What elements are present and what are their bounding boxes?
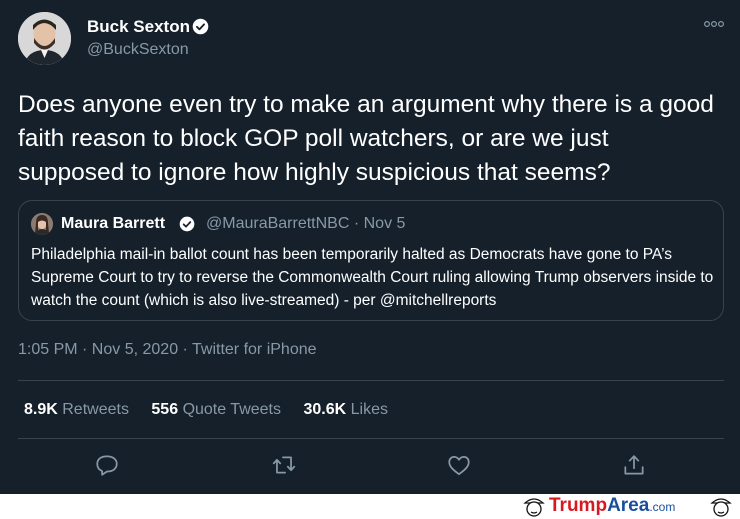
quoted-author-name: Maura Barrett bbox=[61, 215, 166, 232]
retweets-label: Retweets bbox=[62, 401, 129, 418]
quoted-handle-date: @MauraBarrettNBC · Nov 5 bbox=[206, 215, 406, 232]
engagement-stats: 8.9K Retweets 556 Quote Tweets 30.6K Lik… bbox=[24, 401, 406, 419]
verified-badge-icon bbox=[179, 216, 195, 232]
reply-icon[interactable] bbox=[94, 452, 120, 478]
tweet-text: Does anyone even try to make an argument… bbox=[18, 91, 714, 186]
trumparea-logo[interactable]: TrumpArea.com bbox=[549, 495, 675, 517]
quote-tweets-stat[interactable]: 556 Quote Tweets bbox=[151, 401, 281, 418]
action-bar bbox=[0, 452, 740, 482]
quoted-author-avatar bbox=[31, 213, 53, 235]
verified-badge-icon bbox=[192, 18, 209, 35]
likes-stat[interactable]: 30.6K Likes bbox=[303, 401, 388, 418]
logo-trump-text: Trump bbox=[549, 495, 608, 516]
divider bbox=[18, 380, 724, 381]
quote-tweets-label: Quote Tweets bbox=[182, 401, 281, 418]
quoted-tweet[interactable]: Maura Barrett @MauraBarrettNBC · Nov 5 P… bbox=[18, 200, 724, 321]
divider bbox=[18, 438, 724, 439]
cartoon-head-icon bbox=[523, 498, 545, 517]
retweets-count: 8.9K bbox=[24, 401, 58, 418]
quote-tweets-count: 556 bbox=[151, 401, 179, 418]
likes-label: Likes bbox=[350, 401, 388, 418]
likes-count: 30.6K bbox=[303, 401, 347, 418]
retweet-icon[interactable] bbox=[271, 452, 297, 478]
author-handle[interactable]: @BuckSexton bbox=[87, 41, 189, 59]
author-avatar[interactable] bbox=[18, 12, 71, 65]
share-icon[interactable] bbox=[621, 452, 647, 478]
logo-com-text: .com bbox=[649, 500, 676, 514]
tweet-card: Buck Sexton @BuckSexton Does anyone even… bbox=[0, 0, 740, 494]
watermark-footer: TrumpArea.com bbox=[0, 494, 740, 519]
like-icon[interactable] bbox=[446, 452, 472, 478]
cartoon-head-icon bbox=[710, 498, 732, 517]
quoted-tweet-text: Philadelphia mail-in ballot count has be… bbox=[31, 246, 714, 309]
author-name[interactable]: Buck Sexton bbox=[87, 17, 190, 37]
logo-area-text: Area bbox=[607, 495, 650, 516]
retweets-stat[interactable]: 8.9K Retweets bbox=[24, 401, 129, 418]
tweet-timestamp-source[interactable]: 1:05 PM · Nov 5, 2020 · Twitter for iPho… bbox=[18, 341, 317, 359]
more-options-icon[interactable] bbox=[703, 17, 725, 31]
